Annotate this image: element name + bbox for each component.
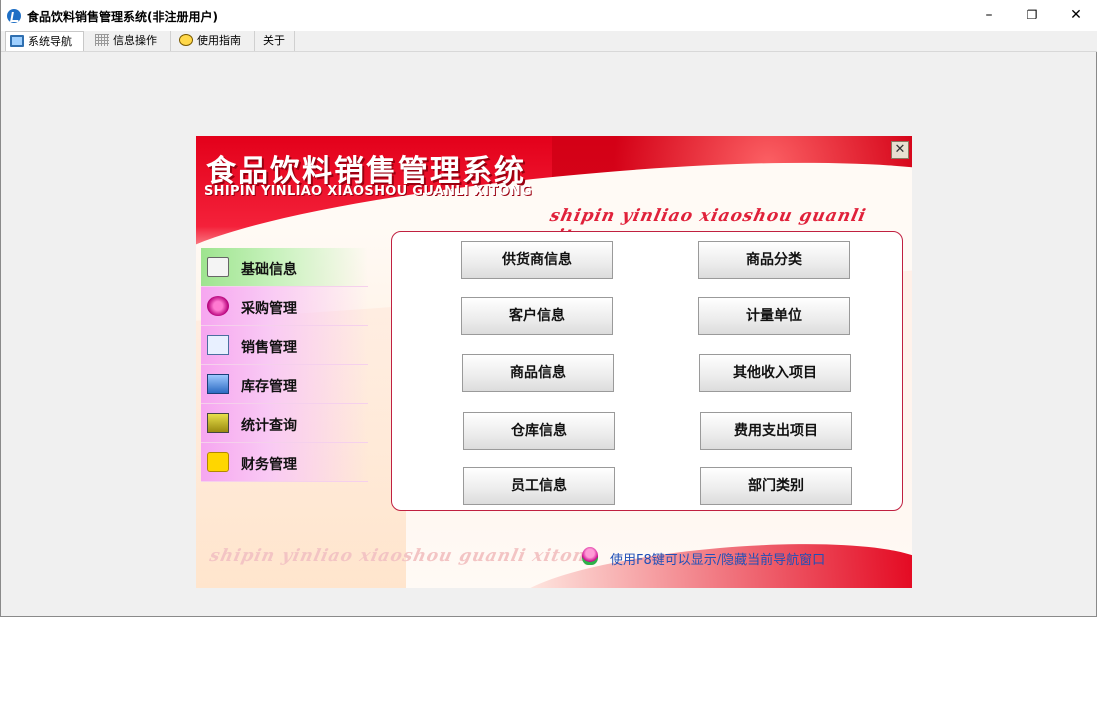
nav-item-purchase[interactable]: 采购管理 <box>201 287 368 326</box>
product-info-button[interactable]: 商品信息 <box>462 354 614 392</box>
panel-close-button[interactable]: ✕ <box>891 141 909 159</box>
nav-item-label: 统计查询 <box>241 418 297 434</box>
nav-item-label: 销售管理 <box>241 340 297 356</box>
monitor-icon <box>10 35 24 47</box>
nav-item-statistics[interactable]: 统计查询 <box>201 404 368 443</box>
tab-label: 关于 <box>263 34 285 47</box>
gear-icon <box>207 296 229 316</box>
customer-info-button[interactable]: 客户信息 <box>461 297 613 335</box>
book-icon <box>207 257 229 277</box>
nav-item-finance[interactable]: 财务管理 <box>201 443 368 482</box>
tab-label: 信息操作 <box>113 34 157 47</box>
warehouse-info-button[interactable]: 仓库信息 <box>463 412 615 450</box>
nav-item-basic-info[interactable]: 基础信息 <box>201 248 368 287</box>
department-type-button[interactable]: 部门类别 <box>700 467 852 505</box>
function-button-area: 供货商信息 客户信息 商品信息 仓库信息 员工信息 商品分类 计量单位 其他收入… <box>391 231 903 511</box>
app-logo-icon <box>7 9 21 23</box>
module-nav: 基础信息 采购管理 销售管理 库存管理 统计查询 财务管理 <box>201 248 368 482</box>
tab-about[interactable]: 关于 <box>259 31 295 51</box>
minimize-button[interactable]: – <box>966 0 1012 31</box>
f8-hint-text: 使用F8键可以显示/隐藏当前导航窗口 <box>610 553 826 568</box>
tab-system-navigation[interactable]: 系统导航 <box>5 31 84 51</box>
chart-icon <box>207 413 229 433</box>
tab-label: 使用指南 <box>197 34 241 47</box>
flower-icon <box>582 547 598 565</box>
tab-label: 系统导航 <box>28 35 72 48</box>
nav-item-label: 采购管理 <box>241 301 297 317</box>
bulb-icon <box>179 34 193 46</box>
navigation-panel: 食品饮料销售管理系统 SHIPIN YINLIAO XIAOSHOU GUANL… <box>196 136 912 588</box>
nav-item-sales[interactable]: 销售管理 <box>201 326 368 365</box>
tab-info-operation[interactable]: 信息操作 <box>91 31 171 51</box>
product-category-button[interactable]: 商品分类 <box>698 241 850 279</box>
expense-items-button[interactable]: 费用支出项目 <box>700 412 852 450</box>
nav-item-inventory[interactable]: 库存管理 <box>201 365 368 404</box>
finance-icon <box>207 452 229 472</box>
restore-button[interactable]: ❐ <box>1009 0 1055 31</box>
other-income-button[interactable]: 其他收入项目 <box>699 354 851 392</box>
nav-item-label: 库存管理 <box>241 379 297 395</box>
document-icon <box>207 335 229 355</box>
grid-icon <box>95 34 109 46</box>
unit-of-measure-button[interactable]: 计量单位 <box>698 297 850 335</box>
window-title: 食品饮料销售管理系统(非注册用户) <box>27 10 218 24</box>
app-window: 食品饮料销售管理系统(非注册用户) – ❐ ✕ 系统导航 信息操作 使用指南 关… <box>0 0 1097 617</box>
title-bar: 食品饮料销售管理系统(非注册用户) – ❐ ✕ <box>1 0 1097 31</box>
panel-slogan-watermark: shipin yinliao xiaoshou guanli xitong <box>207 546 602 566</box>
supplier-info-button[interactable]: 供货商信息 <box>461 241 613 279</box>
close-button[interactable]: ✕ <box>1053 0 1098 31</box>
menu-bar: 系统导航 信息操作 使用指南 关于 <box>1 31 1097 52</box>
nav-item-label: 财务管理 <box>241 457 297 473</box>
employee-info-button[interactable]: 员工信息 <box>463 467 615 505</box>
store-icon <box>207 374 229 394</box>
nav-item-label: 基础信息 <box>241 262 297 278</box>
panel-subtitle: SHIPIN YINLIAO XIAOSHOU GUANLI XITONG <box>204 184 532 199</box>
tab-user-guide[interactable]: 使用指南 <box>175 31 255 51</box>
